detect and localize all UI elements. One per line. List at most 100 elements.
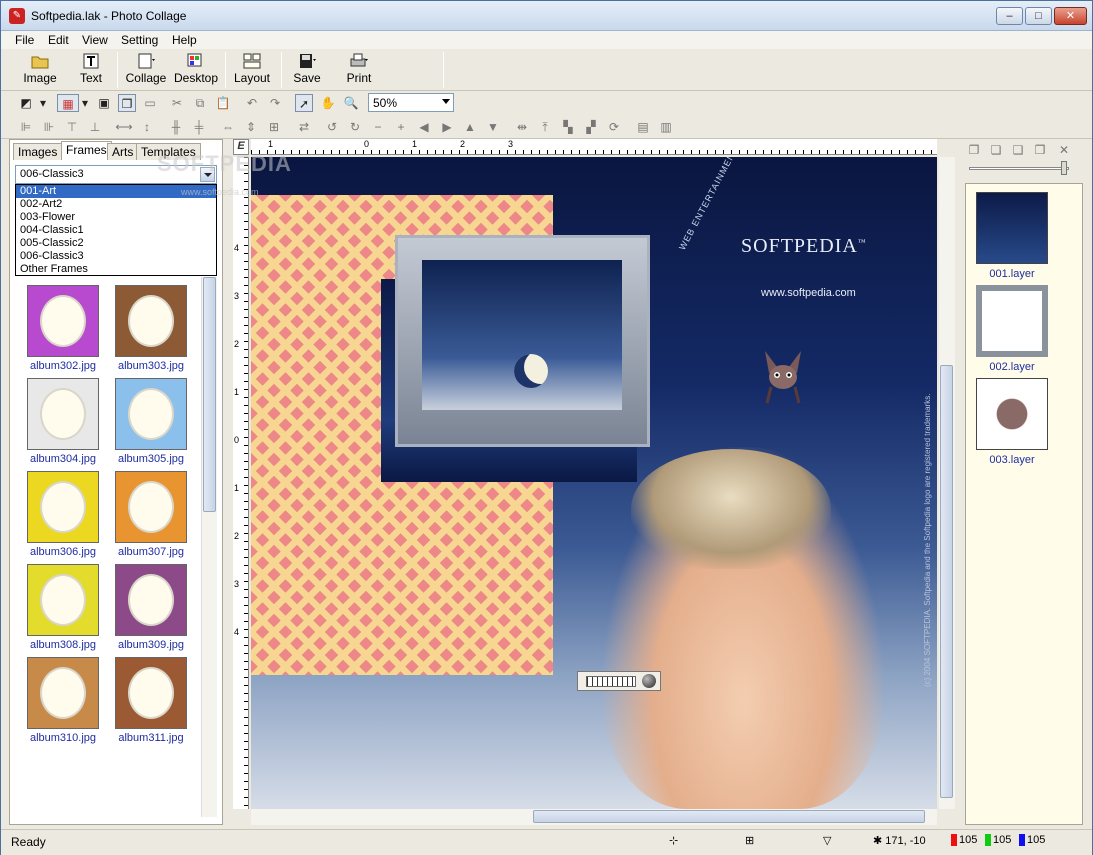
distribute-v-icon[interactable]: ↕ (138, 118, 156, 136)
tab-arts[interactable]: Arts (107, 143, 139, 160)
close-button[interactable]: ✕ (1054, 7, 1087, 25)
dropdown-option[interactable]: 006-Classic3 (16, 250, 216, 263)
canvas-horizontal-scrollbar[interactable] (251, 809, 937, 825)
tab-frames[interactable]: Frames (61, 141, 112, 160)
group-icon[interactable]: ▚ (559, 118, 577, 136)
send-back-icon[interactable]: ▭ (141, 94, 159, 112)
frame-thumbnail[interactable]: album306.jpg (19, 471, 107, 558)
print-button[interactable]: Print (341, 51, 377, 89)
slider-knob[interactable] (642, 674, 656, 688)
cut-icon[interactable]: ✂ (168, 94, 186, 112)
menu-edit[interactable]: Edit (48, 33, 69, 47)
align-top-icon[interactable]: ⊤ (63, 118, 81, 136)
tab-images[interactable]: Images (13, 143, 63, 160)
scrollbar-thumb[interactable] (940, 365, 953, 798)
move-right-icon[interactable]: ▶ (438, 118, 456, 136)
menu-view[interactable]: View (82, 33, 108, 47)
move-up-icon[interactable]: ▲ (461, 118, 479, 136)
center-h-icon[interactable]: ╫ (167, 118, 185, 136)
chevron-down-icon[interactable]: ▾ (37, 94, 49, 112)
paste-icon[interactable]: 📋 (214, 94, 232, 112)
thumbnail-scrollbar[interactable] (201, 277, 217, 817)
zoom-icon[interactable]: 🔍 (342, 94, 360, 112)
frame-thumbnail[interactable]: album304.jpg (19, 378, 107, 465)
layer-down-icon[interactable]: ▥ (657, 118, 675, 136)
layer-backward-icon[interactable]: ❑ (1009, 141, 1027, 159)
framed-photo-layer[interactable] (395, 235, 650, 447)
image-button[interactable]: Image (19, 51, 61, 89)
dropdown-option[interactable]: 004-Classic1 (16, 224, 216, 237)
app-icon[interactable]: ✎ (9, 8, 25, 24)
dropdown-option[interactable]: 005-Classic2 (16, 237, 216, 250)
resize-h-icon[interactable]: ⇹ (513, 118, 531, 136)
same-width-icon[interactable]: ⇔ (219, 118, 237, 136)
desktop-button[interactable]: Desktop (173, 51, 219, 89)
scrollbar-thumb[interactable] (533, 810, 925, 823)
scrollbar-thumb[interactable] (203, 277, 216, 512)
layer-opacity-knob[interactable] (1061, 161, 1067, 175)
undo-icon[interactable]: ↶ (243, 94, 261, 112)
layer-item[interactable]: 001.layer (976, 192, 1048, 280)
collage-canvas[interactable]: SOFTPEDIA™ WEB ENTERTAINMENT www.softped… (251, 157, 937, 809)
align-bottom-icon[interactable]: ⊥ (86, 118, 104, 136)
hand-icon[interactable]: ✋ (319, 94, 337, 112)
layer-item[interactable]: 003.layer (976, 378, 1048, 466)
move-left-icon[interactable]: ◀ (415, 118, 433, 136)
reset-icon[interactable]: ⟳ (605, 118, 623, 136)
maximize-button[interactable]: □ (1025, 7, 1052, 25)
center-v-icon[interactable]: ╪ (190, 118, 208, 136)
chevron-down-icon[interactable]: ▾ (79, 94, 91, 112)
plus-icon[interactable]: + (392, 118, 410, 136)
save-button[interactable]: Save (289, 51, 325, 89)
delete-layer-icon[interactable]: ✕ (1055, 141, 1073, 159)
frame-thumbnail[interactable]: album311.jpg (107, 657, 195, 744)
same-height-icon[interactable]: ⇕ (242, 118, 260, 136)
ungroup-icon[interactable]: ▞ (582, 118, 600, 136)
slider-track[interactable] (586, 676, 636, 687)
move-down-icon[interactable]: ▼ (484, 118, 502, 136)
bat-mascot-image[interactable] (759, 347, 807, 405)
align-right-icon[interactable]: ⊪ (40, 118, 58, 136)
distribute-h-icon[interactable]: ⟷ (115, 118, 133, 136)
collage-button[interactable]: Collage (124, 51, 168, 89)
flip-icon[interactable]: ⇄ (295, 118, 313, 136)
dropdown-option[interactable]: 002-Art2 (16, 198, 216, 211)
color-grid-icon[interactable]: ▦ (57, 94, 79, 112)
same-size-icon[interactable]: ⊞ (265, 118, 283, 136)
canvas-vertical-scrollbar[interactable] (939, 157, 955, 809)
layer-opacity-slider[interactable] (969, 167, 1069, 170)
layout-button[interactable]: Layout (231, 51, 273, 89)
dropdown-option[interactable]: 003-Flower (16, 211, 216, 224)
layer-up-icon[interactable]: ▤ (634, 118, 652, 136)
layer-forward-icon[interactable]: ❏ (987, 141, 1005, 159)
copy-icon[interactable]: ⧉ (191, 94, 209, 112)
menu-help[interactable]: Help (172, 33, 197, 47)
frame-thumbnail[interactable]: album309.jpg (107, 564, 195, 651)
frame-thumbnail[interactable]: album310.jpg (19, 657, 107, 744)
select-arrow-icon[interactable]: ➚ (295, 94, 313, 112)
frame-thumbnail[interactable]: album308.jpg (19, 564, 107, 651)
opacity-slider-popup[interactable] (577, 671, 661, 691)
align-left-icon[interactable]: ⊫ (17, 118, 35, 136)
minimize-button[interactable]: – (996, 7, 1023, 25)
frame-thumbnail[interactable]: album305.jpg (107, 378, 195, 465)
layer-item[interactable]: 002.layer (976, 285, 1048, 373)
redo-icon[interactable]: ↷ (266, 94, 284, 112)
menu-file[interactable]: File (15, 33, 34, 47)
text-button[interactable]: Text (73, 51, 109, 89)
zoom-select[interactable]: 50% (368, 93, 454, 112)
frame-thumbnail[interactable]: album303.jpg (107, 285, 195, 372)
frame-thumbnail[interactable]: album302.jpg (19, 285, 107, 372)
layer-front-icon[interactable]: ❐ (965, 141, 983, 159)
preview-icon[interactable]: ▣ (95, 94, 113, 112)
dropdown-option[interactable]: Other Frames (16, 263, 216, 276)
resize-v-icon[interactable]: ⤒ (536, 118, 554, 136)
minus-icon[interactable]: − (369, 118, 387, 136)
shapes-icon[interactable]: ◩ (17, 94, 35, 112)
bring-front-icon[interactable]: ❐ (118, 94, 136, 112)
menu-setting[interactable]: Setting (121, 33, 158, 47)
rotate-right-icon[interactable]: ↻ (346, 118, 364, 136)
layer-back-icon[interactable]: ❒ (1031, 141, 1049, 159)
frame-thumbnail[interactable]: album307.jpg (107, 471, 195, 558)
rotate-left-icon[interactable]: ↺ (323, 118, 341, 136)
